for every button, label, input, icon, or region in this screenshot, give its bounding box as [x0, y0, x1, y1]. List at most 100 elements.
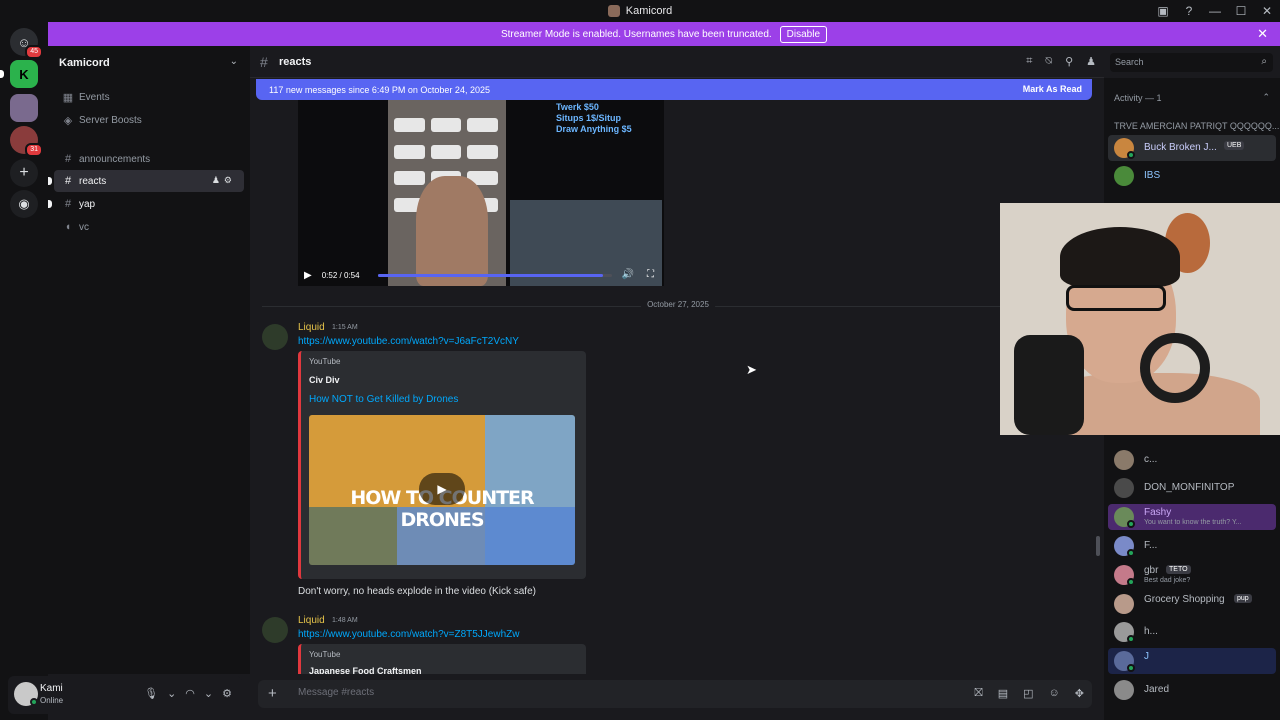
channel-header: # reacts ⌗ ⍉ ⚲ ♟ — [250, 46, 1104, 78]
member-item[interactable]: Fashy You want to know the truth? Y... — [1108, 504, 1276, 530]
member-name: c... — [1144, 454, 1158, 465]
volume-icon[interactable]: 🔊 — [622, 269, 634, 280]
gif-icon[interactable]: ▤ — [998, 687, 1008, 700]
member-item[interactable]: J — [1108, 648, 1276, 674]
server-indicator — [0, 70, 4, 78]
microphone-icon — [1014, 335, 1084, 435]
member-item[interactable]: gbr TETO Best dad joke? — [1108, 562, 1276, 588]
server-name[interactable]: Kamicord — [59, 57, 110, 69]
embed-thumbnail[interactable]: HOW TO COUNTER DRONES ▶ — [309, 415, 575, 565]
message-link[interactable]: https://www.youtube.com/watch?v=Z8T5JJew… — [298, 629, 519, 640]
chevron-down-icon[interactable]: ⌄ — [230, 56, 238, 67]
avatar[interactable] — [262, 617, 288, 643]
calendar-icon: ▦ — [62, 91, 74, 104]
inbox-icon[interactable]: ▣ — [1150, 0, 1176, 22]
chevron-down-icon[interactable]: ⌄ — [167, 687, 176, 700]
disable-streamer-mode-button[interactable]: Disable — [779, 25, 828, 43]
member-item[interactable]: DON_MONFINITOP — [1108, 475, 1276, 501]
scrollbar-thumb[interactable] — [1096, 536, 1100, 556]
user-panel: Kami Online 🎙 ⌄ ◠ ⌄ ⚙ — [8, 676, 242, 714]
member-item[interactable]: h... — [1108, 619, 1276, 645]
video-time: 0:52 / 0:54 — [321, 270, 360, 280]
message-link[interactable]: https://www.youtube.com/watch?v=J6aFcT2V… — [298, 336, 519, 347]
channel-sidebar: Kamicord ⌄ ▦ Events ◈ Server Boosts # an… — [48, 46, 250, 674]
sidebar-item-yap[interactable]: # yap — [48, 193, 244, 215]
pin-icon[interactable]: ⚲ — [1065, 55, 1073, 68]
user-name[interactable]: Kami — [40, 683, 63, 694]
add-attachment-icon[interactable]: + — [268, 685, 277, 702]
online-status-icon — [1127, 578, 1135, 586]
minimize-button[interactable]: — — [1202, 0, 1228, 22]
sticker-icon[interactable]: ◰ — [1023, 687, 1033, 700]
sidebar-item-label: vc — [79, 221, 89, 233]
video-overlay-text: Twerk $50 Situps 1$/Situp Draw Anything … — [556, 102, 632, 134]
unread-indicator — [48, 200, 52, 208]
member-list-icon[interactable]: ♟ — [1086, 55, 1096, 68]
member-item[interactable]: c... — [1108, 447, 1276, 473]
add-server-icon[interactable]: + — [10, 159, 38, 187]
activity-header[interactable]: Activity — 1 — [1114, 93, 1162, 103]
glasses-icon — [1066, 285, 1166, 311]
play-icon[interactable]: ▶ — [419, 473, 465, 505]
header-toolbar: ⌗ ⍉ ⚲ ♟ — [1026, 55, 1096, 68]
channel-settings-icons[interactable]: ♟⚙ — [212, 175, 236, 186]
microphone-icon[interactable]: 🎙 — [144, 687, 158, 700]
notification-bell-icon[interactable]: ⍉ — [1045, 55, 1052, 68]
sidebar-item-server-boosts[interactable]: ◈ Server Boosts — [54, 109, 244, 131]
sidebar-item-events[interactable]: ▦ Events — [54, 86, 244, 108]
close-window-button[interactable]: ✕ — [1254, 0, 1280, 22]
discover-icon[interactable]: ◉ — [10, 190, 38, 218]
maximize-button[interactable]: ☐ — [1228, 0, 1254, 22]
video-progress-bar[interactable] — [378, 274, 612, 277]
fullscreen-icon[interactable]: ⛶ — [647, 269, 654, 280]
embed-title[interactable]: How NOT to Get Killed by Drones — [309, 394, 458, 405]
video-attachment[interactable]: Twerk $50 Situps 1$/Situp Draw Anything … — [298, 96, 664, 286]
mark-as-read-button[interactable]: Mark As Read — [1023, 84, 1082, 94]
chevron-up-icon[interactable]: ⌃ — [1262, 92, 1270, 103]
member-item[interactable]: F... — [1108, 533, 1276, 559]
member-item[interactable]: Jared — [1108, 677, 1276, 703]
threads-icon[interactable]: ⌗ — [1026, 55, 1032, 68]
video-controls: ▶ 0:52 / 0:54 🔊 ⛶ — [298, 264, 664, 286]
member-item[interactable]: Buck Broken J... UEB — [1108, 135, 1276, 161]
headphones-icon[interactable]: ◠ — [185, 687, 195, 700]
server-icon-kamicord[interactable] — [10, 94, 38, 122]
member-name: F... — [1144, 540, 1158, 551]
speaker-icon: ◖ — [64, 221, 72, 233]
avatar — [1114, 478, 1134, 498]
message-author[interactable]: Liquid — [298, 322, 325, 333]
message-input[interactable] — [298, 687, 898, 698]
new-messages-bar[interactable]: 117 new messages since 6:49 PM on Octobe… — [256, 79, 1092, 100]
search-input[interactable] — [1115, 57, 1250, 67]
embed-author[interactable]: Civ Div — [309, 375, 340, 385]
close-icon[interactable]: ✕ — [1257, 26, 1268, 42]
sidebar-item-reacts[interactable]: # reacts ♟⚙ — [48, 170, 244, 192]
message-author[interactable]: Liquid — [298, 615, 325, 626]
member-name: Jared — [1144, 684, 1170, 695]
discord-app: Kamicord ▣ ? — ☐ ✕ Streamer Mode is enab… — [0, 0, 1280, 720]
sidebar-item-label: yap — [79, 198, 96, 210]
emoji-icon[interactable]: ☺ — [1049, 687, 1060, 700]
member-item[interactable]: IBS — [1108, 163, 1276, 189]
embed-provider: YouTube — [309, 357, 341, 366]
help-icon[interactable]: ? — [1176, 0, 1202, 22]
chevron-down-icon[interactable]: ⌄ — [204, 687, 213, 700]
server-icon-3[interactable]: 31 — [10, 126, 43, 157]
gift-icon[interactable]: ⛝ — [974, 687, 982, 700]
play-icon[interactable]: ▶ — [304, 270, 312, 281]
server-icon-kick[interactable]: K — [10, 60, 38, 88]
embed-author[interactable]: Japanese Food Craftsmen — [309, 666, 422, 674]
youtube-embed: YouTube Civ Div How NOT to Get Killed by… — [298, 351, 586, 579]
server-rail: ☺ 45 K 31 + ◉ — [0, 22, 48, 720]
home-dm-button[interactable]: ☺ 45 — [10, 28, 43, 59]
sidebar-item-vc[interactable]: ◖ vc — [54, 216, 244, 238]
youtube-embed: YouTube Japanese Food Craftsmen — [298, 644, 586, 674]
apps-icon[interactable]: ✥ — [1075, 687, 1084, 700]
banner-text: Streamer Mode is enabled. Usernames have… — [500, 28, 772, 40]
window-controls: ▣ ? — ☐ ✕ — [1150, 0, 1280, 22]
boost-icon: ◈ — [63, 114, 73, 127]
sidebar-item-announcements[interactable]: # announcements — [54, 148, 244, 170]
avatar[interactable] — [262, 324, 288, 350]
member-item[interactable]: Grocery Shopping pup — [1108, 591, 1276, 617]
settings-gear-icon[interactable]: ⚙ — [222, 687, 232, 700]
